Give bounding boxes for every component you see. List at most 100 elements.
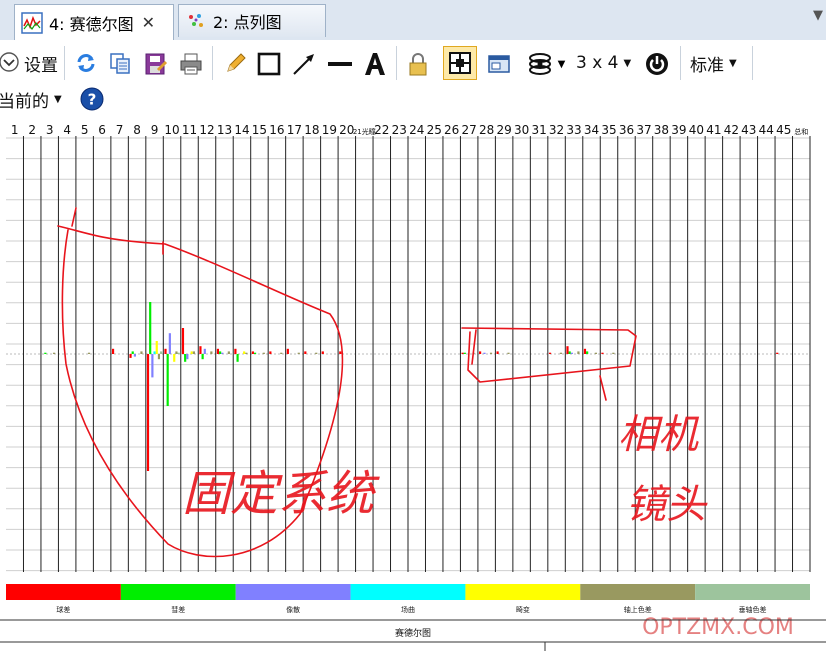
x-tick-label: 9 <box>151 123 159 137</box>
bar <box>164 348 167 354</box>
x-tick-label: 4 <box>63 123 71 137</box>
x-tick-label: 总和 <box>794 127 808 136</box>
copy-icon[interactable] <box>108 51 132 75</box>
legend-label: 像散 <box>286 605 300 614</box>
current-dropdown[interactable]: 当前的 ▼ <box>0 88 62 112</box>
lock-icon[interactable] <box>406 51 430 77</box>
bar <box>601 352 604 354</box>
x-tick-label: 15 <box>252 123 267 137</box>
tab-spot-label: 2: 点列图 <box>213 13 282 32</box>
bar <box>227 351 230 354</box>
chevron-down-icon: ▼ <box>729 57 737 69</box>
bar <box>280 352 283 354</box>
x-tick-label: 45 <box>776 123 791 137</box>
seidel-chart: 1 2 3 4 5 6 7 8 9 10 11 12 13 14 15 16 17 18 19 2021光瞳22 23 2… <box>0 123 826 651</box>
bar <box>251 351 254 354</box>
bar <box>297 352 300 354</box>
tab-seidel[interactable]: 4: 赛德尔图 ✕ <box>14 4 174 40</box>
bar <box>131 351 134 354</box>
bar <box>315 352 318 354</box>
print-icon[interactable] <box>178 51 204 77</box>
x-tick-label: 34 <box>584 123 599 137</box>
x-tick-label: 1 <box>11 123 19 137</box>
help-icon[interactable]: ? <box>80 87 104 111</box>
bar <box>168 333 171 354</box>
tab-spot-diagram[interactable]: 2: 点列图 <box>178 4 326 37</box>
x-tick-label: 21光瞳 <box>353 127 376 136</box>
bar <box>321 351 324 354</box>
x-tick-label: 44 <box>759 123 774 137</box>
chevron-down-icon: ▼ <box>54 93 62 105</box>
bar <box>594 352 597 354</box>
bar <box>483 352 486 354</box>
legend-label: 垂轴色差 <box>739 605 767 614</box>
x-tick-label: 14 <box>234 123 249 137</box>
settings-button[interactable]: 设置 <box>24 52 58 76</box>
toolbar: 设置 ▼ 3 x 4 ▼ 标准 ▼ <box>0 40 826 88</box>
bar <box>586 351 589 354</box>
bar <box>87 352 91 354</box>
bar <box>160 351 163 354</box>
x-tick-label: 26 <box>444 123 459 137</box>
window-icon[interactable] <box>486 51 512 77</box>
x-tick-label: 12 <box>199 123 214 137</box>
bar <box>52 352 56 354</box>
toolbar-separator <box>680 46 681 80</box>
x-tick-label: 19 <box>322 123 337 137</box>
pencil-icon[interactable] <box>224 51 248 75</box>
bar <box>566 346 569 354</box>
annotation-text-camera: 相机 <box>618 412 700 458</box>
settings-chevron-icon[interactable] <box>0 50 20 74</box>
bar <box>166 354 169 406</box>
refresh-icon[interactable] <box>74 51 98 75</box>
rectangle-icon[interactable] <box>256 51 282 77</box>
arrow-line-icon[interactable] <box>291 51 317 77</box>
toolbar-separator <box>212 46 213 80</box>
x-tick-label: 38 <box>654 123 669 137</box>
x-tick-label: 35 <box>601 123 616 137</box>
bar <box>177 352 180 354</box>
bar <box>173 354 176 362</box>
bar <box>286 348 289 354</box>
x-tick-label: 3 <box>46 123 54 137</box>
chevron-down-icon: ▼ <box>557 58 566 70</box>
x-tick-label: 32 <box>549 123 564 137</box>
bar <box>133 354 136 357</box>
bar <box>190 351 193 354</box>
bar <box>184 354 187 362</box>
legend-swatch <box>350 584 466 600</box>
standard-dropdown[interactable]: 标准 ▼ <box>690 52 737 76</box>
x-tick-label: 6 <box>98 123 106 137</box>
layers-dropdown[interactable]: ▼ <box>522 51 570 77</box>
current-label: 当前的 <box>0 91 49 112</box>
line-icon[interactable] <box>326 51 354 77</box>
close-icon[interactable]: ✕ <box>142 13 155 32</box>
x-tick-label: 24 <box>409 123 424 137</box>
bar <box>612 352 615 354</box>
layout-label: 3 x 4 <box>576 53 619 73</box>
bar <box>219 351 222 354</box>
power-icon[interactable] <box>644 51 670 77</box>
bar <box>149 302 152 354</box>
layout-dropdown[interactable]: 3 x 4 ▼ <box>576 52 631 74</box>
bar <box>262 352 265 354</box>
bar <box>175 351 178 354</box>
bar <box>479 351 482 354</box>
layers-icon <box>528 53 551 75</box>
x-tick-label: 25 <box>427 123 442 137</box>
save-icon[interactable] <box>143 51 169 77</box>
x-tick-label: 29 <box>496 123 511 137</box>
fit-view-button[interactable] <box>443 46 477 80</box>
toolbar-separator <box>752 46 753 80</box>
bar <box>559 352 563 354</box>
x-tick-label: 28 <box>479 123 494 137</box>
text-tool-icon[interactable] <box>362 50 388 78</box>
annotation-stroke <box>599 375 607 401</box>
fit-view-icon <box>449 52 471 74</box>
tab-menu-arrow-icon[interactable]: ▼ <box>813 8 823 23</box>
x-tick-label: 43 <box>741 123 756 137</box>
bar <box>221 352 224 354</box>
bar <box>568 351 571 354</box>
bar <box>245 352 248 354</box>
annotation-text-lens: 镜头 <box>626 482 708 528</box>
